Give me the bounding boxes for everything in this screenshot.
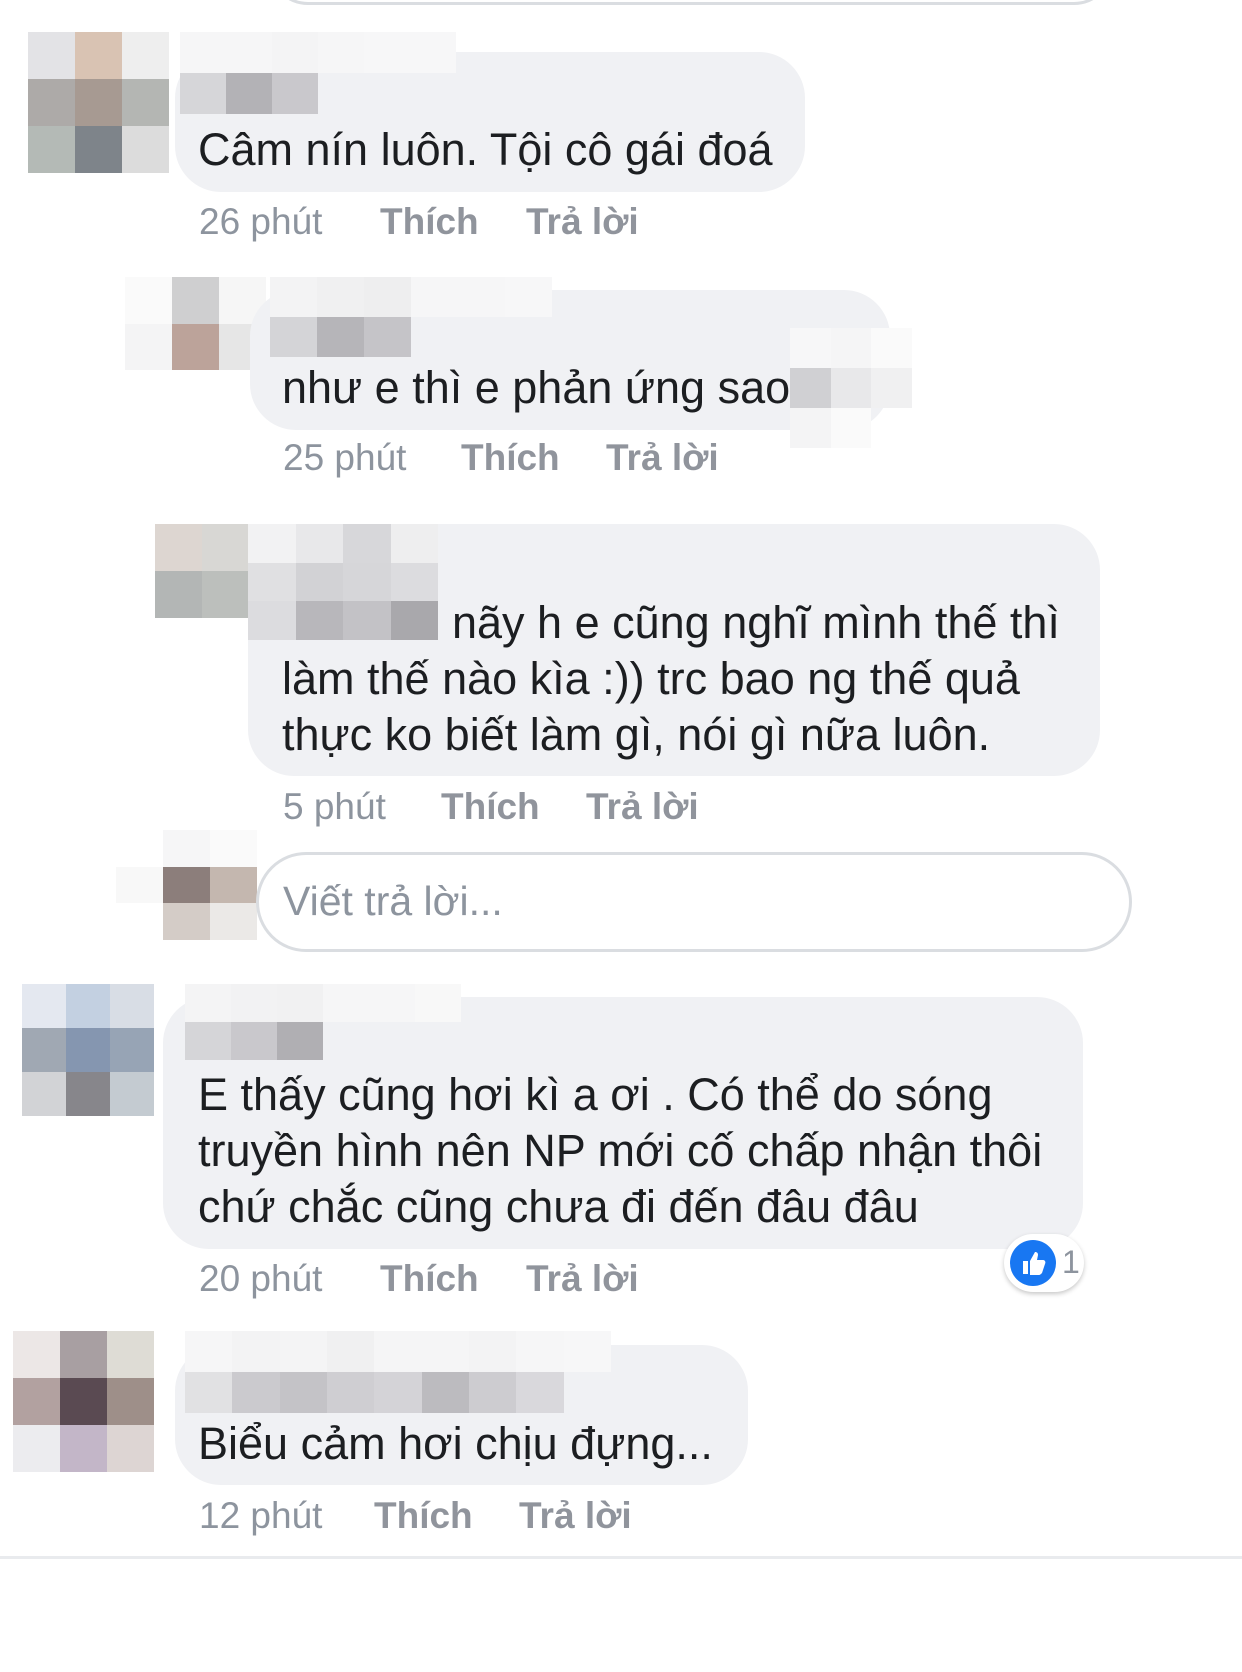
comment-text: truyền hình nên NP mới cố chấp nhận thôi <box>198 1125 1043 1176</box>
comment-text: thực ko biết làm gì, nói gì nữa luôn. <box>282 709 991 760</box>
like-link[interactable]: Thích <box>461 436 560 480</box>
username[interactable] <box>270 277 552 357</box>
avatar[interactable] <box>28 32 169 173</box>
timestamp[interactable]: 20 phút <box>199 1257 322 1301</box>
avatar <box>116 830 257 940</box>
reply-link[interactable]: Trả lời <box>586 785 699 829</box>
reaction-badge[interactable]: 1 <box>1004 1234 1084 1292</box>
comment-text: Biểu cảm hơi chịu đựng... <box>198 1418 713 1469</box>
avatar[interactable] <box>22 984 154 1116</box>
emoji-sticker <box>790 328 912 448</box>
comment-text: E thấy cũng hơi kì a ơi . Có thể do sóng <box>198 1069 993 1120</box>
like-link[interactable]: Thích <box>441 785 540 829</box>
reply-link[interactable]: Trả lời <box>526 1257 639 1301</box>
reply-link[interactable]: Trả lời <box>606 436 719 480</box>
like-link[interactable]: Thích <box>374 1494 473 1538</box>
like-link[interactable]: Thích <box>380 1257 479 1301</box>
comment-text: chứ chắc cũng chưa đi đến đâu đâu <box>198 1181 919 1232</box>
reply-link[interactable]: Trả lời <box>519 1494 632 1538</box>
username[interactable] <box>185 1331 611 1413</box>
avatar[interactable] <box>13 1331 154 1472</box>
timestamp[interactable]: 12 phút <box>199 1494 322 1538</box>
avatar[interactable] <box>155 524 249 618</box>
username[interactable] <box>248 524 438 640</box>
like-link[interactable]: Thích <box>380 200 479 244</box>
previous-input-edge <box>268 0 1114 5</box>
timestamp[interactable]: 26 phút <box>199 200 322 244</box>
bottom-divider <box>0 1556 1242 1559</box>
username[interactable] <box>185 984 461 1060</box>
reply-input-placeholder: Viết trả lời... <box>283 878 503 924</box>
thumbs-up-icon <box>1010 1240 1056 1286</box>
reaction-count: 1 <box>1062 1244 1080 1280</box>
comment-text: như e thì e phản ứng sao <box>282 362 791 413</box>
comment-text: làm thế nào kìa :)) trc bao ng thế quả <box>282 653 1020 704</box>
comment-text: nãy h e cũng nghĩ mình thế thì <box>452 597 1060 648</box>
avatar[interactable] <box>125 277 266 370</box>
username[interactable] <box>180 32 456 114</box>
comment-text: Câm nín luôn. Tội cô gái đoá <box>198 124 773 175</box>
timestamp[interactable]: 5 phút <box>283 785 386 829</box>
reply-link[interactable]: Trả lời <box>526 200 639 244</box>
timestamp[interactable]: 25 phút <box>283 436 406 480</box>
